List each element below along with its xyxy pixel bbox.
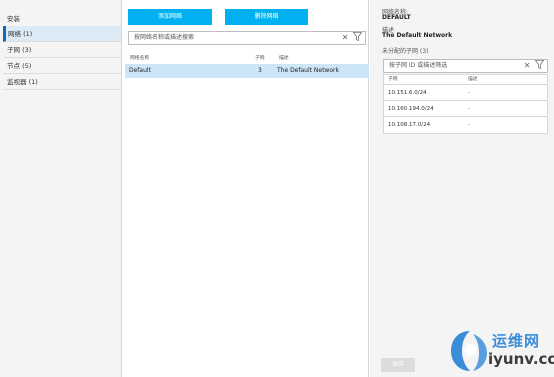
network-list-panel: 添加网络 删除网络 按网络名称或描述搜索 ✕ 网络名称 子网 描述 Defaul… <box>123 0 369 377</box>
subnet-cell: 10.151.6.0/24 <box>388 90 427 96</box>
table-row[interactable]: Default 3 The Default Network <box>125 64 369 78</box>
column-header-description[interactable]: 描述 <box>468 75 478 85</box>
unassigned-subnets-label: 未分配的子网 (3) <box>382 48 429 55</box>
add-network-button[interactable]: 添加网络 <box>128 9 212 25</box>
search-placeholder: 按网络名称或描述搜索 <box>134 34 195 41</box>
subnet-table-header: 子网 描述 <box>384 75 547 85</box>
nav-item-label: 监视器 (1) <box>7 78 38 86</box>
table-row[interactable]: 10.160.194.0/24 - <box>384 101 547 117</box>
nav-item-subnets[interactable]: 子网 (3) <box>3 42 121 58</box>
description-cell: - <box>468 106 470 112</box>
row-subnet-count: 3 <box>258 67 262 74</box>
save-button[interactable]: 保存 <box>381 358 415 372</box>
unassigned-subnets-table: 子网 描述 10.151.6.0/24 - 10.160.194.0/24 - … <box>383 74 548 134</box>
network-grid-header: 网络名称 子网 描述 <box>128 55 366 63</box>
column-header-name[interactable]: 网络名称 <box>130 55 149 63</box>
table-row[interactable]: 10.108.17.0/24 - <box>384 117 547 133</box>
table-row[interactable]: 10.151.6.0/24 - <box>384 85 547 101</box>
nav-item-nodes[interactable]: 节点 (5) <box>3 58 121 74</box>
watermark-text-cn: 运维网 <box>492 332 541 350</box>
column-header-subnets[interactable]: 子网 <box>255 55 265 63</box>
column-header-subnet[interactable]: 子网 <box>388 75 398 85</box>
subnet-cell: 10.160.194.0/24 <box>388 106 434 112</box>
nav-item-label: 子网 (3) <box>7 46 32 54</box>
clear-icon[interactable]: ✕ <box>524 61 531 70</box>
delete-network-button[interactable]: 删除网络 <box>225 9 308 25</box>
network-search-input[interactable]: 按网络名称或描述搜索 ✕ <box>128 31 366 45</box>
subnet-filter-input[interactable]: 按子网 ID 或描述筛选 ✕ <box>383 59 548 73</box>
subnet-cell: 10.108.17.0/24 <box>388 122 431 128</box>
nav-item-label: 节点 (5) <box>7 62 32 70</box>
nav-item-networks[interactable]: 网络 (1) <box>3 26 121 42</box>
nav-item-monitors[interactable]: 监视器 (1) <box>3 74 121 90</box>
description-value: The Default Network <box>382 32 453 39</box>
description-cell: - <box>468 90 470 96</box>
watermark-text-en: iyunv.com <box>488 350 554 368</box>
filter-icon[interactable] <box>534 60 545 70</box>
description-cell: - <box>468 122 470 128</box>
network-name-value: DEFAULT <box>382 14 411 21</box>
nav-title: 安装 <box>7 15 20 23</box>
clear-icon[interactable]: ✕ <box>342 33 349 42</box>
watermark-logo-icon <box>451 331 487 371</box>
nav-item-label: 网络 (1) <box>8 30 33 38</box>
column-header-description[interactable]: 描述 <box>279 55 289 63</box>
network-details-panel: 网络名称: DEFAULT 描述 The Default Network 未分配… <box>370 0 554 377</box>
filter-placeholder: 按子网 ID 或描述筛选 <box>389 62 448 69</box>
row-description: The Default Network <box>277 67 339 74</box>
filter-icon[interactable] <box>352 32 363 42</box>
left-nav: 安装 网络 (1) 子网 (3) 节点 (5) 监视器 (1) <box>0 0 122 377</box>
watermark: 运维网 iyunv.com <box>448 328 554 376</box>
row-network-name: Default <box>129 67 151 74</box>
